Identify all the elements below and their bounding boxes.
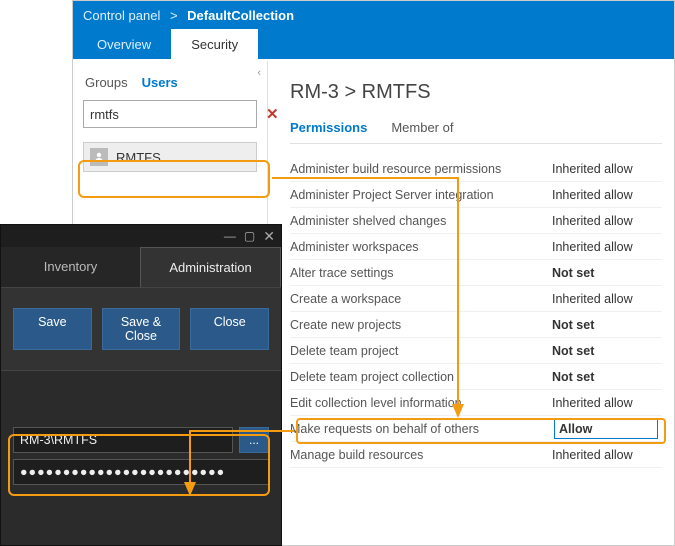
credential-user-input[interactable]: [13, 427, 233, 453]
permission-row[interactable]: Administer Project Server integration Inh…: [290, 182, 662, 208]
user-name-label: RMTFS: [116, 150, 161, 165]
permission-value[interactable]: Inherited allow: [552, 188, 658, 202]
permission-value[interactable]: Inherited allow: [552, 292, 658, 306]
permission-row[interactable]: Create a workspace Inherited allow: [290, 286, 662, 312]
permission-name: Administer shelved changes: [290, 214, 446, 228]
permission-row[interactable]: Manage build resources Inherited allow: [290, 442, 662, 468]
permission-name: Delete team project: [290, 344, 398, 358]
permission-name: Delete team project collection: [290, 370, 454, 384]
person-icon: [90, 148, 108, 166]
search-input[interactable]: [90, 107, 266, 122]
permission-name: Create a workspace: [290, 292, 401, 306]
permission-row[interactable]: Delete team project collection Not set: [290, 364, 662, 390]
permission-row[interactable]: Administer workspaces Inherited allow: [290, 234, 662, 260]
permission-value[interactable]: Inherited allow: [552, 162, 658, 176]
top-tabs: Overview Security: [73, 29, 674, 59]
permission-value[interactable]: Inherited allow: [552, 396, 658, 410]
save-close-button[interactable]: Save & Close: [102, 308, 181, 350]
left-tab-users[interactable]: Users: [142, 75, 178, 90]
minimize-icon[interactable]: —: [224, 229, 236, 243]
permission-row[interactable]: Administer shelved changes Inherited allo…: [290, 208, 662, 234]
breadcrumb-sep: >: [166, 8, 181, 23]
rm-tab-administration[interactable]: Administration: [140, 247, 281, 287]
permission-row[interactable]: Administer build resource permissions Inh…: [290, 156, 662, 182]
permission-row[interactable]: Edit collection level information Inherit…: [290, 390, 662, 416]
permission-value[interactable]: Not set: [552, 266, 658, 280]
window-titlebar: — ▢ ✕: [1, 225, 281, 247]
permission-name: Make requests on behalf of others: [290, 422, 479, 436]
save-button[interactable]: Save: [13, 308, 92, 350]
permission-value[interactable]: Inherited allow: [552, 240, 658, 254]
tab-permissions[interactable]: Permissions: [290, 120, 367, 143]
permission-value[interactable]: Not set: [552, 344, 658, 358]
breadcrumb-root[interactable]: Control panel: [83, 8, 160, 23]
rm-tab-inventory[interactable]: Inventory: [1, 247, 140, 287]
credential-password-input[interactable]: [13, 459, 269, 485]
permission-value[interactable]: Not set: [552, 318, 658, 332]
permission-row[interactable]: Delete team project Not set: [290, 338, 662, 364]
breadcrumb: Control panel > DefaultCollection: [73, 1, 674, 29]
permission-value[interactable]: Not set: [552, 370, 658, 384]
page-title: RM-3 > RMTFS: [290, 81, 662, 104]
permission-name: Administer workspaces: [290, 240, 419, 254]
clear-search-icon[interactable]: ✕: [266, 105, 279, 123]
tab-overview[interactable]: Overview: [77, 29, 171, 59]
permission-value[interactable]: Inherited allow: [552, 214, 658, 228]
permission-row[interactable]: Alter trace settings Not set: [290, 260, 662, 286]
close-button[interactable]: Close: [190, 308, 269, 350]
permission-name: Manage build resources: [290, 448, 423, 462]
permission-value[interactable]: Inherited allow: [552, 448, 658, 462]
permission-name: Administer Project Server integration: [290, 188, 494, 202]
tab-security[interactable]: Security: [171, 29, 258, 59]
permissions-table: Administer build resource permissions Inh…: [290, 156, 662, 468]
permission-name: Administer build resource permissions: [290, 162, 501, 176]
user-row-rmtfs[interactable]: RMTFS: [83, 142, 257, 172]
permission-row[interactable]: Create new projects Not set: [290, 312, 662, 338]
search-box[interactable]: ✕: [83, 100, 257, 128]
browse-button[interactable]: ...: [239, 427, 269, 453]
permission-name: Edit collection level information: [290, 396, 462, 410]
close-icon[interactable]: ✕: [263, 228, 275, 245]
left-tab-groups[interactable]: Groups: [85, 75, 128, 90]
tab-memberof[interactable]: Member of: [391, 120, 453, 143]
permission-name: Alter trace settings: [290, 266, 394, 280]
breadcrumb-current[interactable]: DefaultCollection: [187, 8, 294, 23]
collapse-icon[interactable]: ‹: [257, 67, 261, 79]
rm-admin-window: — ▢ ✕ Inventory Administration Save Save…: [0, 224, 282, 546]
permission-row[interactable]: Make requests on behalf of others Allow: [290, 416, 662, 442]
permissions-panel: RM-3 > RMTFS Permissions Member of Admin…: [268, 61, 674, 545]
permission-name: Create new projects: [290, 318, 401, 332]
maximize-icon[interactable]: ▢: [244, 229, 255, 243]
permission-value[interactable]: Allow: [554, 419, 658, 439]
